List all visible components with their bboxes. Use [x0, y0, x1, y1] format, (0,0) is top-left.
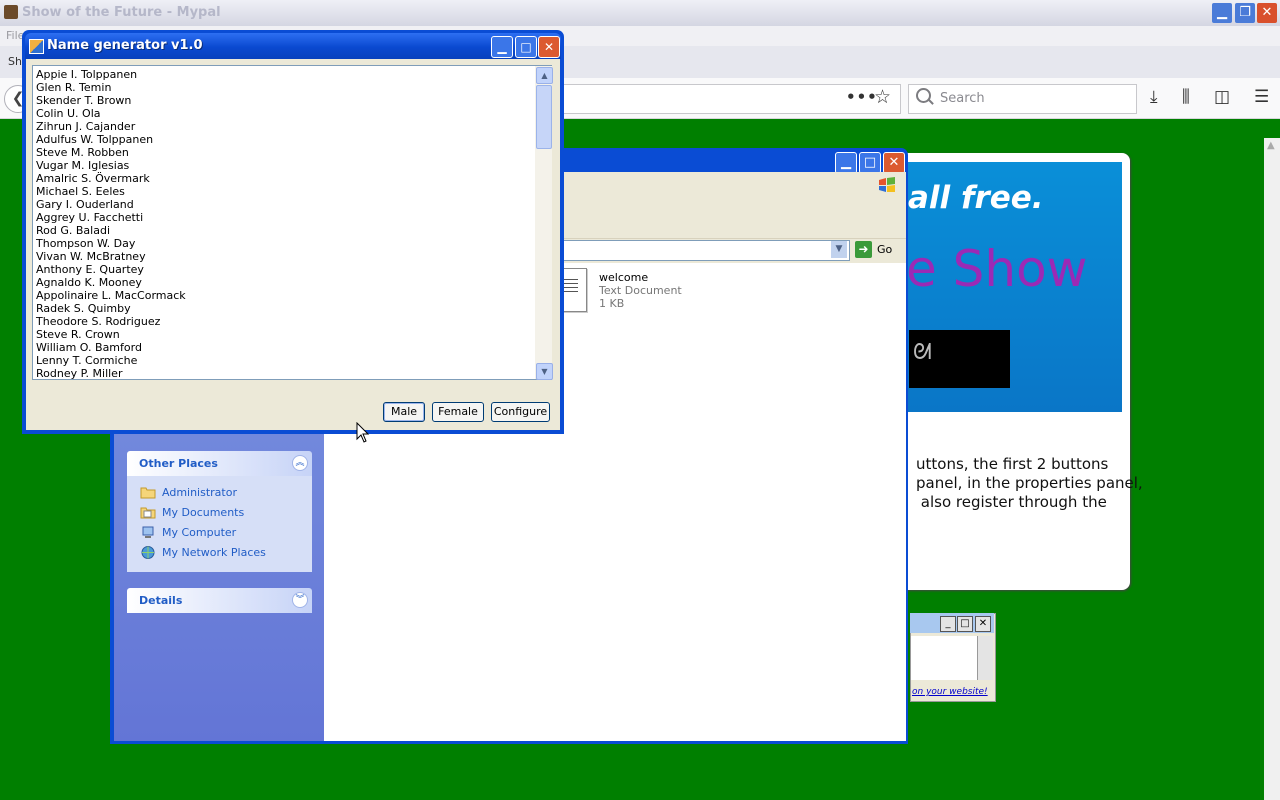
list-item[interactable]: William O. Bamford [36, 341, 531, 354]
ng-close-button[interactable]: ✕ [538, 36, 560, 58]
mini-close-button[interactable]: ✕ [975, 616, 991, 632]
file-type: Text Document [599, 284, 682, 297]
list-item[interactable]: Skender T. Brown [36, 94, 531, 107]
list-item[interactable]: Amalric S. Övermark [36, 172, 531, 185]
animal-sketch-icon: ᘛ [913, 340, 932, 365]
browser-close-button[interactable]: ✕ [1257, 3, 1277, 23]
search-placeholder: Search [940, 91, 985, 106]
browser-minimize-button[interactable]: ▁ [1212, 3, 1232, 23]
configure-button[interactable]: Configure [491, 402, 550, 422]
details-title: Details [139, 594, 183, 607]
list-item[interactable]: Zihrun J. Cajander [36, 120, 531, 133]
place-my-documents[interactable]: My Documents [162, 506, 244, 519]
library-icon[interactable]: ⫼ [1182, 87, 1190, 107]
mypal-app-icon [4, 5, 18, 19]
explorer-close-button[interactable]: ✕ [883, 152, 905, 174]
hamburger-menu-icon[interactable]: ☰ [1254, 87, 1269, 107]
mini-popup-scrollbar[interactable] [977, 636, 993, 680]
scroll-down-icon[interactable]: ▼ [536, 363, 553, 380]
list-item[interactable]: Adulfus W. Tolppanen [36, 133, 531, 146]
list-item[interactable]: Gary I. Ouderland [36, 198, 531, 211]
list-item[interactable]: Anthony E. Quartey [36, 263, 531, 276]
list-item[interactable]: Rodney P. Miller [36, 367, 531, 380]
name-generator-title: Name generator v1.0 [47, 38, 203, 53]
scrollbar-thumb[interactable] [536, 85, 552, 149]
expand-chevron-icon[interactable]: ︾ [292, 592, 308, 608]
list-item[interactable]: Vugar M. Iglesias [36, 159, 531, 172]
my-computer-icon [142, 526, 154, 538]
list-item[interactable]: Steve M. Robben [36, 146, 531, 159]
browser-title-bar: Show of the Future - Mypal ▁ ❐ ✕ [0, 0, 1280, 27]
windows-flag-icon [879, 177, 895, 192]
banner-show-text: e Show [906, 240, 1088, 298]
sidebar-icon[interactable]: ◫ [1214, 87, 1230, 107]
male-button[interactable]: Male [383, 402, 425, 422]
my-documents-icon [140, 507, 156, 519]
explorer-minimize-button[interactable]: ▁ [835, 152, 857, 174]
list-item[interactable]: Aggrey U. Facchetti [36, 211, 531, 224]
browser-window-title: Show of the Future - Mypal [22, 5, 221, 20]
scroll-up-icon[interactable]: ▲ [536, 67, 553, 84]
bookmark-star-icon[interactable]: ☆ [874, 86, 891, 108]
page-scrollbar[interactable]: ▲ [1264, 138, 1280, 800]
name-list-items: Appie I. Tolppanen Glen R. Temin Skender T… [36, 68, 531, 380]
list-item[interactable]: Colin U. Ola [36, 107, 531, 120]
go-button[interactable]: Go [877, 243, 892, 256]
text-document-icon[interactable] [560, 268, 587, 312]
list-item[interactable]: Steve R. Crown [36, 328, 531, 341]
list-item[interactable]: Vivan W. McBratney [36, 250, 531, 263]
place-my-network-places[interactable]: My Network Places [162, 546, 266, 559]
list-item[interactable]: Michael S. Eeles [36, 185, 531, 198]
explorer-maximize-button[interactable]: □ [859, 152, 881, 174]
list-item[interactable]: Glen R. Temin [36, 81, 531, 94]
mini-popup-textarea[interactable] [911, 636, 977, 680]
address-dropdown-icon[interactable]: ▼ [831, 241, 847, 258]
mouse-cursor-icon [356, 422, 370, 443]
page-actions-menu-icon[interactable]: ••• [846, 88, 878, 106]
banner-black-image: ᘛ [909, 330, 1010, 388]
network-places-icon [141, 546, 155, 559]
details-header[interactable]: Details ︾ [127, 588, 312, 613]
list-item[interactable]: Thompson W. Day [36, 237, 531, 250]
ng-minimize-button[interactable]: ▁ [491, 36, 513, 58]
mini-minimize-button[interactable]: _ [940, 616, 956, 632]
ng-maximize-button[interactable]: □ [515, 36, 537, 58]
web-paragraph: uttons, the first 2 buttons panel, in th… [916, 455, 1143, 511]
list-item[interactable]: Lenny T. Cormiche [36, 354, 531, 367]
other-places-header[interactable]: Other Places ︽ [127, 451, 312, 476]
mini-popup-link[interactable]: on your website! [912, 687, 988, 697]
other-places-title: Other Places [139, 457, 218, 470]
search-icon [916, 88, 931, 103]
list-item[interactable]: Appie I. Tolppanen [36, 68, 531, 81]
female-button[interactable]: Female [432, 402, 484, 422]
file-size: 1 KB [599, 297, 625, 310]
list-item[interactable]: Theodore S. Rodriguez [36, 315, 531, 328]
address-field[interactable] [560, 240, 850, 261]
collapse-chevron-icon[interactable]: ︽ [292, 455, 308, 471]
list-item[interactable]: Appolinaire L. MacCormack [36, 289, 531, 302]
downloads-icon[interactable]: ⤓ [1150, 87, 1158, 107]
app-window-icon [29, 39, 44, 54]
mini-maximize-button[interactable]: □ [957, 616, 973, 632]
go-arrow-icon[interactable]: ➜ [855, 241, 872, 258]
folder-icon [140, 487, 156, 499]
file-name[interactable]: welcome [599, 271, 648, 284]
list-item[interactable]: Rod G. Baladi [36, 224, 531, 237]
browser-restore-button[interactable]: ❐ [1235, 3, 1255, 23]
name-listbox[interactable]: Appie I. Tolppanen Glen R. Temin Skender T… [32, 65, 552, 380]
browser-tab[interactable]: Sh [8, 55, 22, 68]
list-item[interactable]: Radek S. Quimby [36, 302, 531, 315]
banner-heading: all free. [908, 180, 1044, 216]
list-item[interactable]: Agnaldo K. Mooney [36, 276, 531, 289]
place-my-computer[interactable]: My Computer [162, 526, 236, 539]
place-administrator[interactable]: Administrator [162, 486, 237, 499]
